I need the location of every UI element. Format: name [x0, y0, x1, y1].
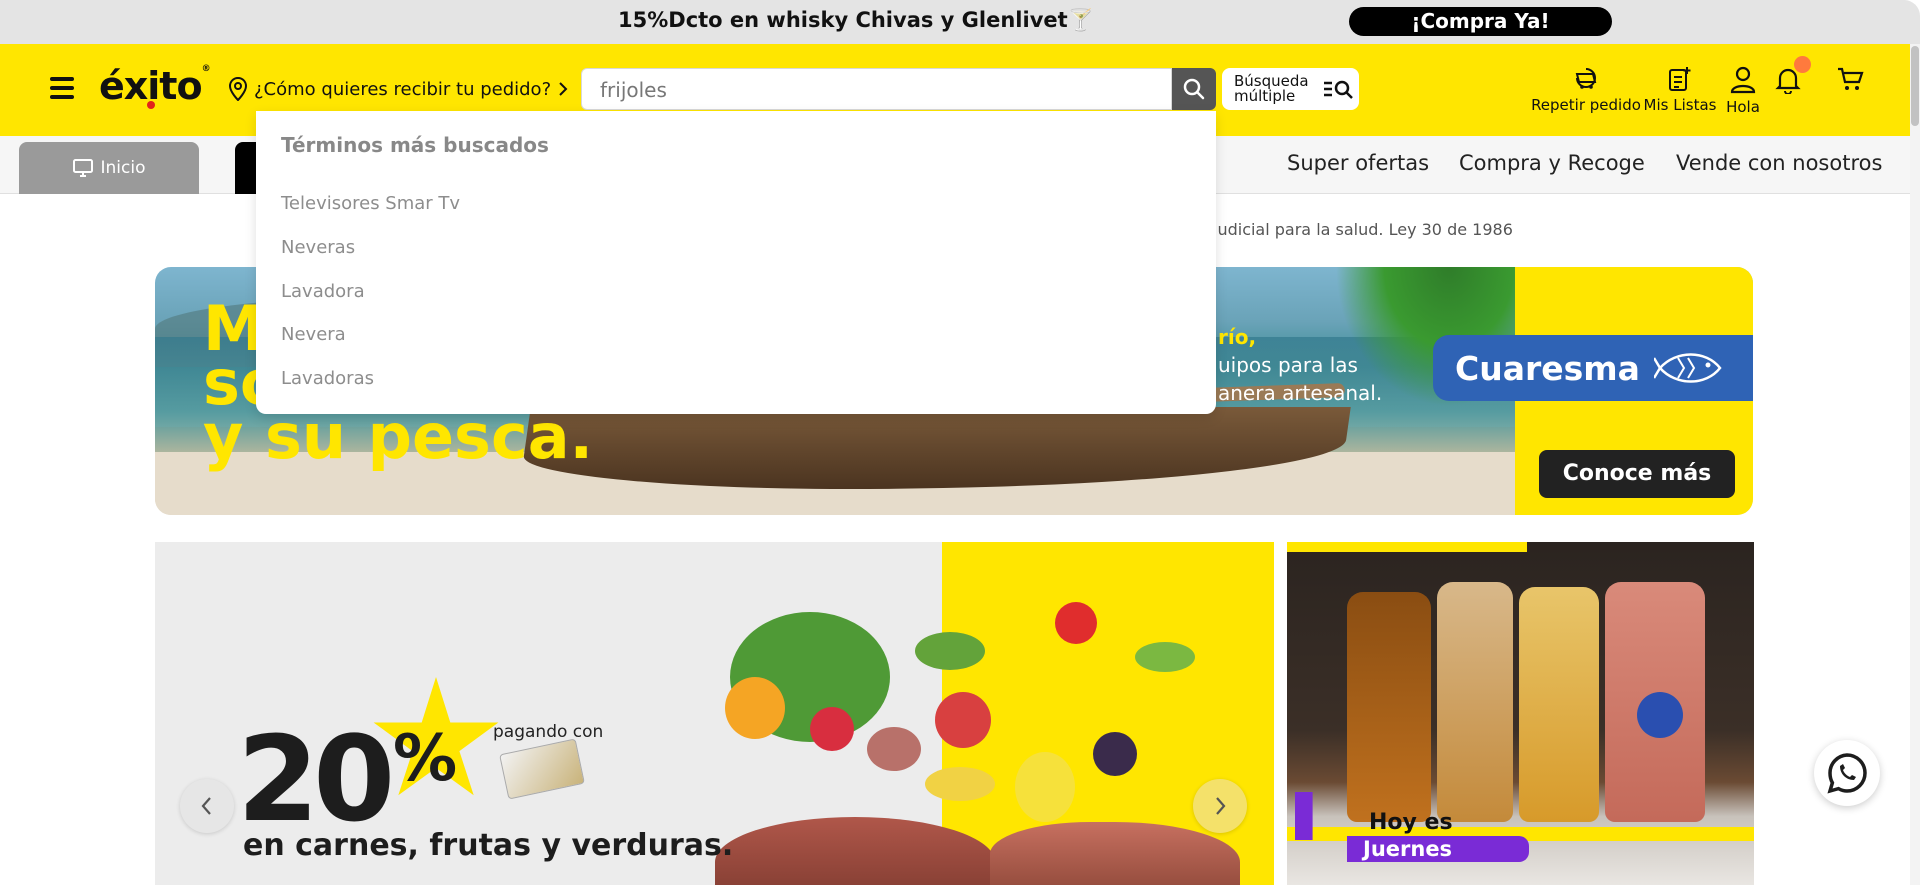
nav-link-super-ofertas[interactable]: Super ofertas: [1287, 151, 1429, 175]
location-pin-icon: [228, 77, 248, 101]
suggestion-item[interactable]: Lavadoras: [281, 368, 374, 389]
hero-subtitle: río, uipos para las anera artesanal.: [1218, 323, 1382, 407]
vegetable-banana: [925, 767, 995, 801]
account-action[interactable]: Hola: [1722, 66, 1764, 116]
scrollbar-track[interactable]: [1910, 44, 1920, 885]
vegetable-pepper: [725, 677, 785, 739]
vegetable-tomato: [1055, 602, 1097, 644]
hoy-es-label: Hoy es: [1369, 810, 1453, 835]
hero-title-line: y su pesca.: [203, 400, 594, 473]
bottle-chivas: [1347, 592, 1431, 822]
list-icon: [1669, 67, 1691, 91]
cart-icon: [1838, 67, 1864, 90]
hamburger-menu-icon[interactable]: [50, 77, 74, 99]
vegetable-cucumber: [915, 632, 985, 670]
hechicera-label: [1637, 692, 1683, 738]
nav-tab-inicio[interactable]: Inicio: [19, 142, 199, 194]
vegetable-zucchini: [1135, 642, 1195, 672]
vegetable-potato: [867, 727, 921, 771]
delivery-label: ¿Cómo quieres recibir tu pedido?: [254, 78, 552, 100]
search-icon: [1183, 78, 1205, 100]
cuaresma-label: Cuaresma: [1455, 348, 1640, 388]
suggestion-item[interactable]: Nevera: [281, 324, 346, 345]
nav-link-vende[interactable]: Vende con nosotros: [1676, 151, 1882, 175]
fish-icon: [1653, 353, 1722, 383]
promo-cta-button[interactable]: ¡Compra Ya!: [1349, 7, 1612, 36]
search-box: [581, 68, 1172, 110]
promo-banner-liquor[interactable]: Hoy es Juernes: [1287, 542, 1754, 885]
account-label: Hola: [1726, 98, 1760, 116]
my-lists-action[interactable]: Mis Listas: [1643, 66, 1717, 114]
vegetable-blackberry: [1093, 732, 1137, 776]
paying-with-label: pagando con: [493, 722, 604, 742]
user-icon: [1730, 66, 1756, 94]
repeat-order-icon: [1575, 68, 1597, 89]
promo-text: 15%Dcto en whisky Chivas y Glenlivet🍸: [618, 8, 1094, 32]
juernes-label: Juernes: [1347, 836, 1529, 862]
carousel-next-button[interactable]: [1193, 779, 1247, 833]
search-suggestions-dropdown: Términos más buscados Televisores Smar T…: [256, 111, 1216, 414]
monitor-icon: [72, 159, 93, 177]
whatsapp-button[interactable]: [1814, 740, 1880, 806]
vegetable-lemon: [1015, 752, 1075, 822]
vegetable-radish: [810, 707, 854, 751]
hero-subtitle-line: uipos para las: [1218, 353, 1358, 377]
search-input[interactable]: [600, 75, 1140, 105]
hero-subtitle-line: río,: [1218, 325, 1257, 349]
cuaresma-badge: Cuaresma: [1433, 335, 1753, 401]
carousel-prev-button[interactable]: [180, 779, 234, 833]
vegetable-tomato-2: [935, 692, 991, 748]
multi-search-label: Búsqueda múltiple: [1234, 72, 1309, 105]
chevron-right-icon: [1216, 797, 1226, 815]
bottle-olmeca: [1519, 587, 1599, 822]
repeat-order-label: Repetir pedido: [1531, 96, 1641, 114]
legal-notice: judicial para la salud. Ley 30 de 1986: [1213, 220, 1513, 239]
promo-top-stripe: [1287, 542, 1527, 552]
bottle-glenlivet: [1437, 582, 1513, 822]
chevron-right-icon: [559, 82, 568, 96]
scrollbar-thumb[interactable]: [1911, 46, 1919, 126]
discount-percent: %: [393, 722, 458, 796]
dropdown-title: Términos más buscados: [281, 133, 549, 157]
multi-search-button[interactable]: Búsqueda múltiple: [1222, 68, 1359, 110]
notification-badge: [1794, 56, 1811, 73]
credit-cards-image: [499, 738, 585, 800]
nav-link-compra-recoge[interactable]: Compra y Recoge: [1459, 151, 1645, 175]
hero-subtitle-line: anera artesanal.: [1218, 381, 1383, 405]
my-lists-label: Mis Listas: [1643, 96, 1717, 114]
exito-logo[interactable]: éxito®: [99, 64, 211, 109]
conoce-mas-button[interactable]: Conoce más: [1539, 450, 1735, 498]
chevron-left-icon: [201, 797, 211, 815]
delivery-selector[interactable]: ¿Cómo quieres recibir tu pedido?: [228, 76, 569, 102]
promo-banner-fresh[interactable]: 20 % pagando con en carnes, frutas y ver…: [155, 542, 1274, 885]
logo-dot: [147, 101, 155, 109]
cart-action[interactable]: [1833, 66, 1867, 96]
suggestion-item[interactable]: Televisores Smar Tv: [281, 193, 460, 214]
whatsapp-icon: [1827, 753, 1867, 794]
suggestion-item[interactable]: Neveras: [281, 237, 355, 258]
search-button[interactable]: [1172, 68, 1216, 110]
nav-tab-inicio-label: Inicio: [100, 158, 146, 178]
multi-search-icon: [1324, 80, 1353, 99]
suggestion-item[interactable]: Lavadora: [281, 281, 365, 302]
promo-caption: en carnes, frutas y verduras.: [243, 828, 734, 863]
repeat-order-action[interactable]: Repetir pedido: [1521, 66, 1651, 114]
